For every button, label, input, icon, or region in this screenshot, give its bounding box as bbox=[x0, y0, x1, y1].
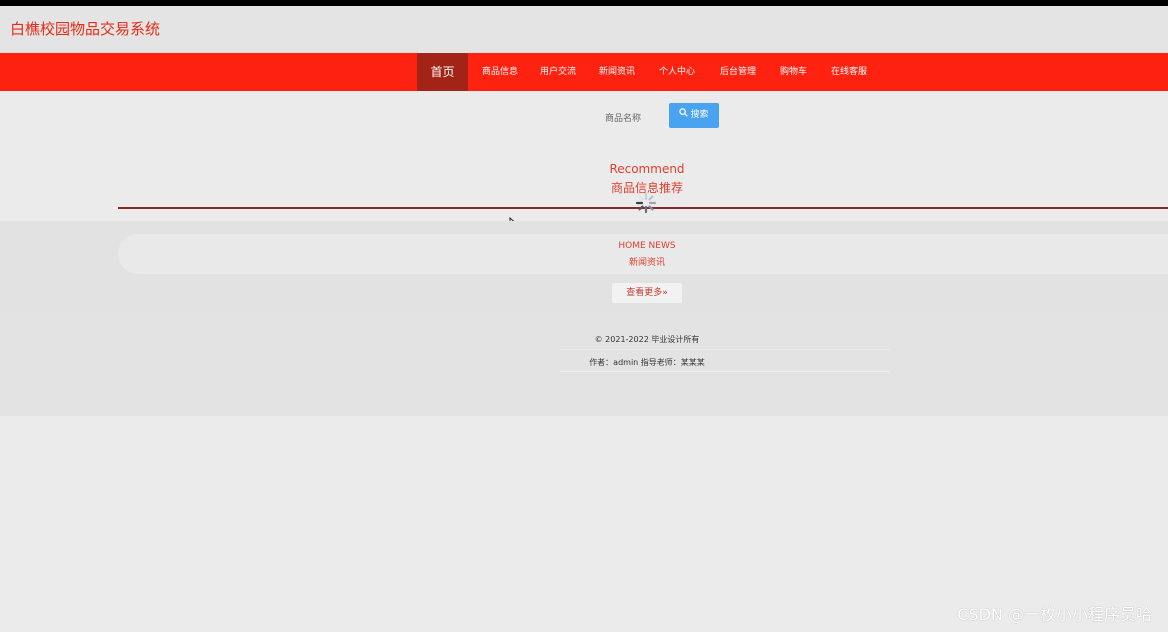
recommend-title-cn: 商品信息推荐 bbox=[610, 181, 683, 195]
footer-divider bbox=[560, 371, 890, 372]
nav-item-user-center[interactable]: 个人中心 bbox=[659, 53, 695, 91]
main-nav: 首页 商品信息 用户交流 新闻资讯 个人中心 后台管理 购物车 在线客服 bbox=[0, 53, 1168, 91]
footer: © 2021-2022 毕业设计所有 作者：admin 指导老师：某某某 bbox=[0, 313, 1168, 416]
nav-item-news[interactable]: 新闻资讯 bbox=[599, 53, 635, 91]
watermark: CSDN @一枚小小程序员哈 bbox=[957, 605, 1152, 624]
nav-item-service[interactable]: 在线客服 bbox=[831, 53, 867, 91]
search-field-label: 商品名称 bbox=[605, 114, 642, 124]
nav-item-admin[interactable]: 后台管理 bbox=[720, 53, 756, 91]
search-button[interactable]: 搜索 bbox=[669, 103, 719, 128]
search-button-label: 搜索 bbox=[690, 110, 709, 120]
view-more-button[interactable]: 查看更多» bbox=[612, 283, 682, 303]
site-title[interactable]: 白樵校园物品交易系统 bbox=[10, 18, 160, 39]
footer-copyright: © 2021-2022 毕业设计所有 bbox=[594, 335, 700, 344]
nav-item-cart[interactable]: 购物车 bbox=[780, 53, 807, 91]
news-title-en: HOME NEWS bbox=[618, 241, 676, 251]
footer-divider bbox=[560, 349, 890, 350]
nav-item-forum[interactable]: 用户交流 bbox=[540, 53, 576, 91]
recommend-title-en: Recommend bbox=[609, 162, 685, 176]
news-header-box bbox=[118, 234, 1168, 274]
site-header: 白樵校园物品交易系统 bbox=[0, 6, 1168, 53]
loading-spinner-icon bbox=[635, 192, 657, 214]
footer-author: 作者：admin 指导老师：某某某 bbox=[589, 358, 705, 367]
news-title-cn: 新闻资讯 bbox=[628, 258, 665, 268]
nav-item-products[interactable]: 商品信息 bbox=[482, 53, 518, 91]
search-icon bbox=[679, 103, 689, 128]
nav-item-home[interactable]: 首页 bbox=[417, 53, 468, 91]
news-section: HOME NEWS 新闻资讯 查看更多» bbox=[0, 221, 1168, 313]
